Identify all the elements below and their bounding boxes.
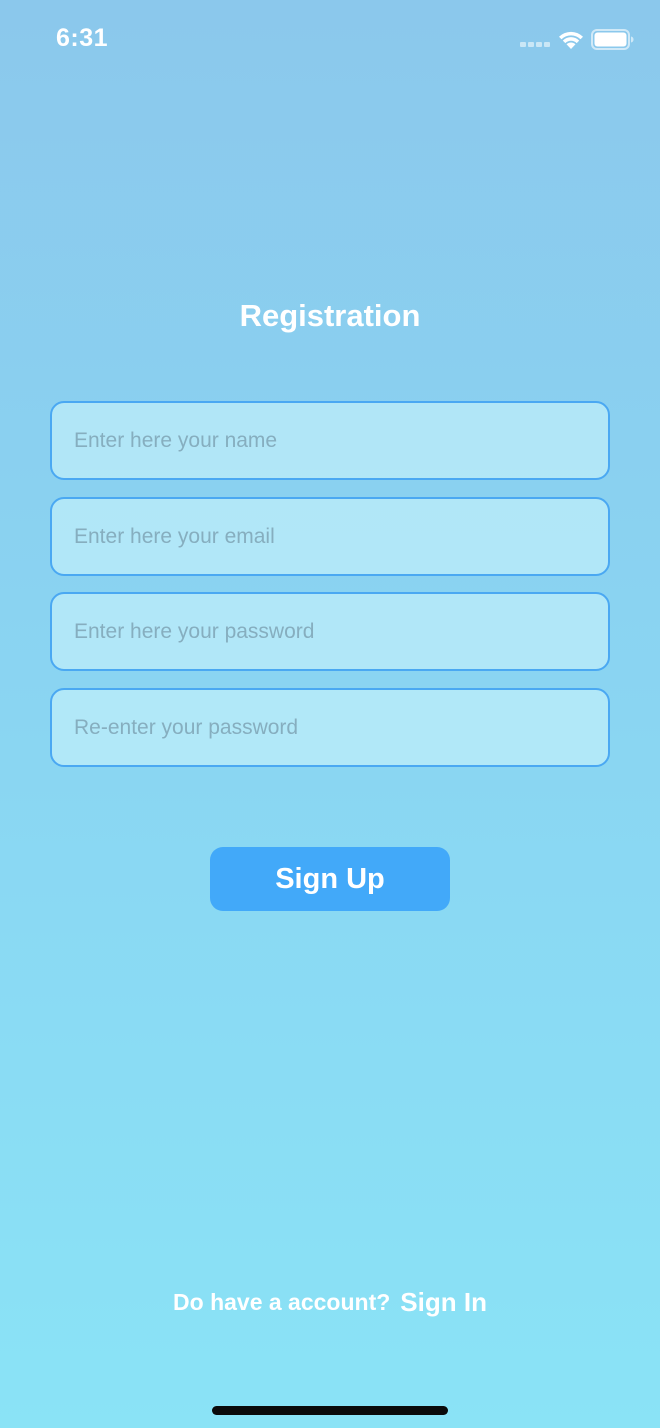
email-input[interactable] bbox=[50, 497, 610, 576]
confirm-password-input[interactable] bbox=[50, 688, 610, 767]
status-time: 6:31 bbox=[56, 24, 109, 52]
home-indicator[interactable] bbox=[212, 1406, 448, 1415]
status-bar: 6:31 bbox=[0, 0, 660, 80]
name-input[interactable] bbox=[50, 401, 610, 480]
cellular-signal-icon bbox=[520, 42, 552, 48]
password-input[interactable] bbox=[50, 592, 610, 671]
page-title: Registration bbox=[239, 298, 421, 333]
sign-up-button[interactable]: Sign Up bbox=[210, 847, 450, 911]
sign-in-link[interactable]: Sign In bbox=[400, 1287, 487, 1318]
footer-signin-prompt: Do have a account? Sign In bbox=[0, 1284, 660, 1320]
wifi-icon bbox=[559, 31, 583, 49]
battery-icon bbox=[591, 29, 634, 50]
have-account-text: Do have a account? bbox=[173, 1288, 391, 1315]
